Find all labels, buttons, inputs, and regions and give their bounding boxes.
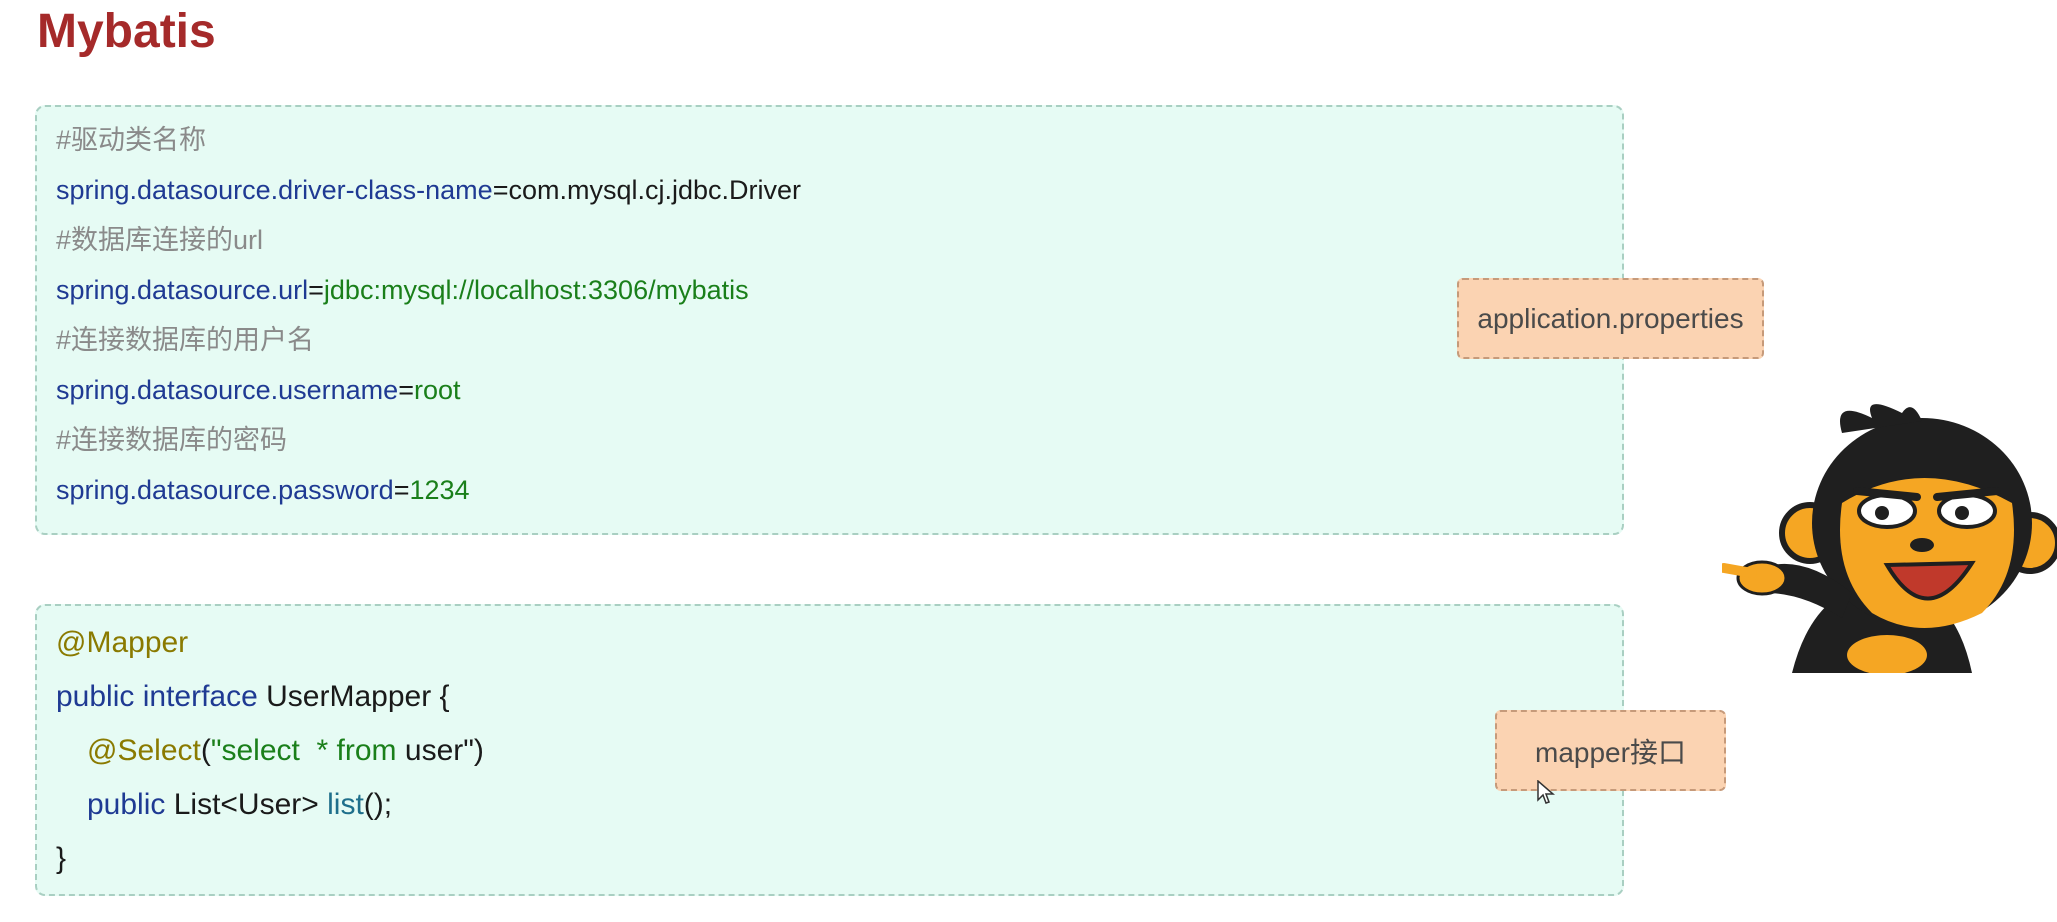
slide-page: Mybatis #驱动类名称 spring.datasource.driver-… (0, 0, 2057, 922)
keyword: public interface (56, 680, 258, 713)
property-key: spring.datasource.password (56, 475, 394, 505)
interface-declaration: public interface UserMapper { (56, 678, 450, 716)
property-key: spring.datasource.url (56, 275, 309, 305)
paren-close: ) (473, 734, 484, 767)
property-line-password: spring.datasource.password=1234 (56, 473, 470, 507)
mapper-interface-tag: mapper接口 (1495, 710, 1726, 791)
comment-line: #数据库连接的url (56, 225, 264, 255)
closing-brace: } (56, 842, 67, 875)
property-equals: = (393, 475, 410, 505)
interface-name: UserMapper { (257, 680, 450, 713)
mouse-pointer-icon (1537, 780, 1556, 804)
method-tail: (); (363, 788, 393, 821)
sql-string-tail: user" (396, 734, 474, 767)
pointing-monkey-illustration (1722, 404, 2057, 673)
page-title: Mybatis (37, 5, 216, 58)
properties-code-block: #驱动类名称 spring.datasource.driver-class-na… (35, 105, 1624, 535)
select-annotation: @Select (87, 734, 201, 767)
select-annotation-line: @Select("select * from user") (87, 732, 484, 770)
keyword: public (87, 788, 166, 821)
paren-open: ( (200, 734, 211, 767)
property-value: root (413, 375, 461, 405)
method-name: list (327, 788, 364, 821)
application-properties-tag: application.properties (1457, 278, 1764, 359)
property-key: spring.datasource.username (56, 375, 399, 405)
comment-line: #连接数据库的用户名 (56, 325, 315, 355)
property-equals: = (492, 175, 509, 205)
comment-line: #驱动类名称 (56, 125, 207, 155)
mapper-annotation: @Mapper (56, 626, 189, 659)
property-line-driver: spring.datasource.driver-class-name=com.… (56, 173, 801, 207)
return-type: List<User> (165, 788, 328, 821)
property-line-username: spring.datasource.username=root (56, 373, 461, 407)
method-declaration: public List<User> list(); (87, 786, 392, 824)
property-line-url: spring.datasource.url=jdbc:mysql://local… (56, 273, 749, 307)
property-key: spring.datasource.driver-class-name (56, 175, 493, 205)
property-value: com.mysql.cj.jdbc.Driver (508, 175, 802, 205)
mapper-code-block: @Mapper public interface UserMapper { @S… (35, 604, 1624, 896)
property-value: 1234 (409, 475, 470, 505)
property-equals: = (398, 375, 414, 405)
property-value: jdbc:mysql://localhost:3306/mybatis (323, 275, 749, 305)
property-equals: = (308, 275, 324, 305)
sql-string: "select * from (210, 734, 397, 767)
comment-line: #连接数据库的密码 (56, 425, 288, 455)
